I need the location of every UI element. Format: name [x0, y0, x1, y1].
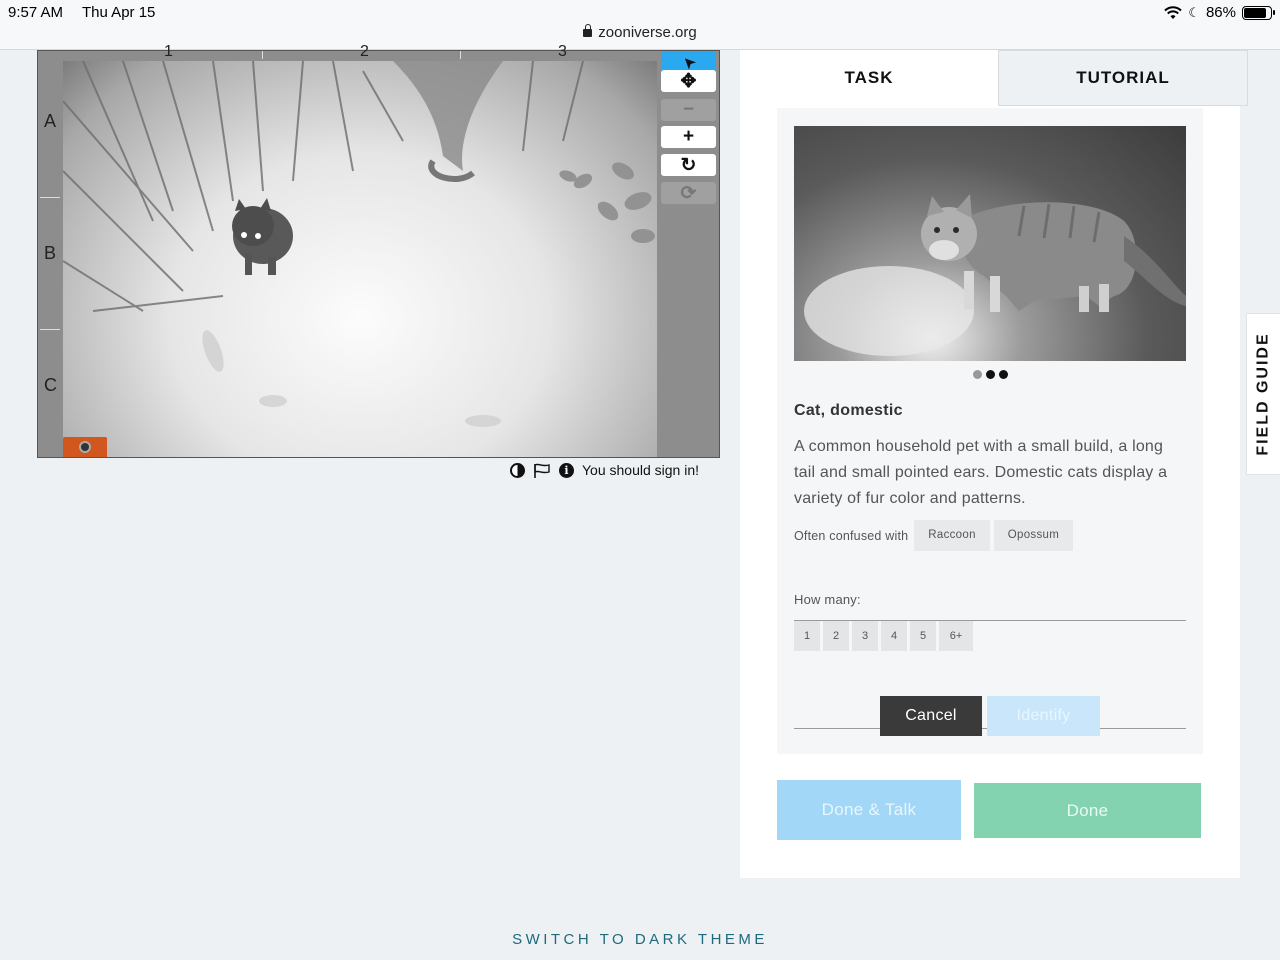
tab-task[interactable]: TASK [740, 50, 998, 106]
battery-percent: 86% [1205, 4, 1236, 21]
species-description: A common household pet with a small buil… [794, 438, 1168, 507]
status-indicators: ☾ 86% [1164, 4, 1275, 21]
plus-icon: + [682, 126, 695, 147]
species-name: Cat, domestic [794, 402, 903, 419]
column-label: 2 [360, 43, 369, 60]
info-icon[interactable]: i [559, 462, 574, 478]
lock-icon [583, 24, 593, 37]
count-option-6-plus[interactable]: 6+ [939, 621, 973, 651]
confused-with-row: Often confused with Raccoon Opossum [794, 520, 1074, 551]
count-option-5[interactable]: 5 [910, 621, 936, 651]
reset-tool[interactable]: ⟳ [661, 182, 716, 204]
url-text: zooniverse.org [598, 24, 697, 41]
done-and-talk-button[interactable]: Done & Talk [777, 780, 961, 840]
status-bar: 9:57 AM Thu Apr 15 ☾ 86% zooniverse.org [0, 0, 1280, 50]
panel-tabs: TASK TUTORIAL [740, 50, 1248, 106]
minus-icon: − [682, 99, 695, 120]
address-bar[interactable]: zooniverse.org [0, 24, 1280, 41]
count-selector: 1 2 3 4 5 6+ [794, 621, 973, 651]
cancel-button[interactable]: Cancel [880, 696, 982, 736]
species-photo [804, 194, 1186, 356]
battery-icon [1242, 5, 1275, 20]
carousel-dot[interactable] [985, 370, 995, 379]
rotate-icon: ↻ [680, 154, 697, 176]
moon-icon: ☾ [1188, 4, 1200, 20]
species-actions: Cancel Identify [880, 696, 1100, 736]
task-panel: TASK TUTORIAL Cat, domestic A common hou… [740, 50, 1248, 878]
count-option-2[interactable]: 2 [823, 621, 849, 651]
row-ruler: A B C [38, 51, 62, 459]
badge-icon [79, 441, 91, 453]
done-button[interactable]: Done [974, 783, 1201, 838]
ruler-line [40, 197, 60, 198]
move-icon: ✥ [680, 70, 697, 92]
ruler-tick [460, 51, 461, 59]
sign-in-prompt[interactable]: You should sign in! [582, 462, 699, 478]
move-tool[interactable]: ✥ [661, 70, 716, 92]
reset-icon: ⟳ [680, 182, 697, 204]
tab-tutorial[interactable]: TUTORIAL [998, 50, 1248, 106]
switch-theme-link[interactable]: SWITCH TO DARK THEME [0, 931, 1280, 948]
zoom-in-tool[interactable]: + [661, 126, 716, 148]
ruler-tick [262, 51, 263, 59]
image-carousel-dots [777, 370, 1203, 379]
flag-icon[interactable] [533, 463, 551, 478]
carousel-dot[interactable] [972, 370, 982, 379]
viewer-footer: i You should sign in! [510, 462, 699, 478]
viewer-metadata-badge[interactable] [63, 437, 107, 457]
column-ruler: 1 2 3 [64, 43, 659, 61]
subject-viewer: 1 2 3 A B C ➤ ✥ − + ↻ ⟳ [37, 43, 720, 459]
status-date: Thu Apr 15 [82, 4, 156, 21]
status-time: 9:57 AM [8, 4, 64, 21]
confused-with-raccoon[interactable]: Raccoon [914, 520, 990, 551]
rotate-tool[interactable]: ↻ [661, 154, 716, 176]
count-option-1[interactable]: 1 [794, 621, 820, 651]
battery-fill [1244, 7, 1267, 18]
confused-with-opossum[interactable]: Opossum [993, 520, 1074, 551]
species-card: Cat, domestic A common household pet wit… [777, 108, 1203, 754]
invert-colors-icon[interactable] [510, 462, 525, 478]
ruler-line [40, 329, 60, 330]
identify-button[interactable]: Identify [987, 696, 1100, 736]
confused-with-label: Often confused with [794, 528, 909, 543]
camera-trap-scene [63, 61, 655, 427]
row-label: C [44, 375, 57, 395]
column-label: 3 [558, 43, 567, 60]
how-many-label: How many: [794, 592, 861, 607]
count-option-4[interactable]: 4 [881, 621, 907, 651]
camera-trap-image[interactable] [63, 61, 657, 457]
field-guide-tab[interactable]: FIELD GUIDE [1246, 313, 1280, 475]
viewer-toolbar: ➤ ✥ − + ↻ ⟳ [658, 51, 720, 459]
count-option-3[interactable]: 3 [852, 621, 878, 651]
carousel-dot[interactable] [998, 370, 1008, 379]
row-label: B [44, 243, 57, 263]
column-label: 1 [164, 43, 173, 60]
field-guide-label: FIELD GUIDE [1254, 332, 1272, 456]
wifi-icon [1164, 5, 1183, 19]
zoom-out-tool[interactable]: − [661, 99, 716, 121]
species-example-image[interactable] [794, 126, 1186, 361]
row-label: A [44, 111, 57, 131]
